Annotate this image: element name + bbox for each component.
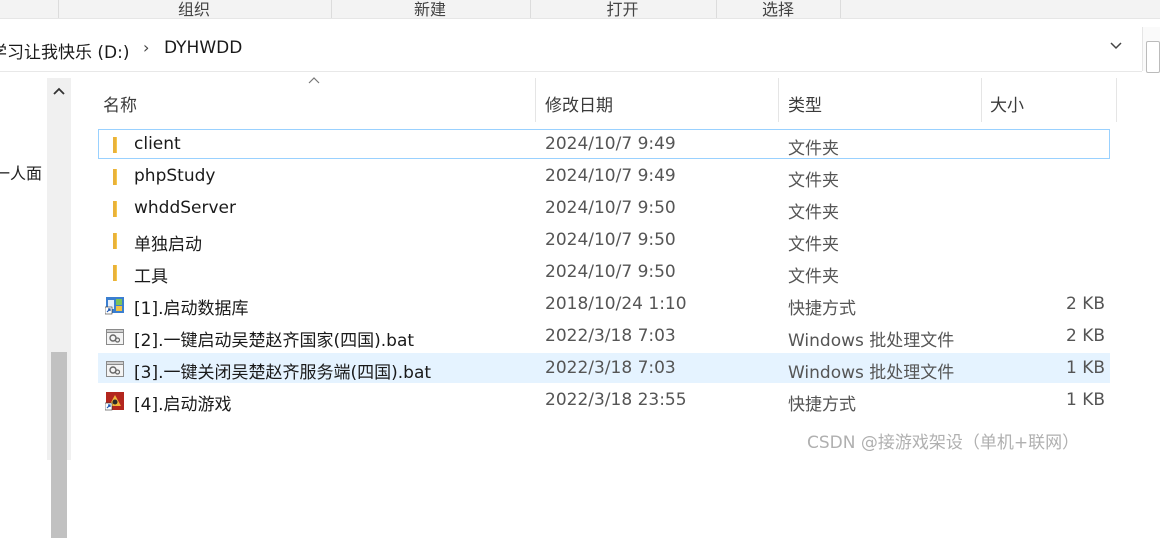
file-name: [4].启动游戏 bbox=[134, 395, 232, 415]
batch-file-icon bbox=[106, 361, 124, 377]
ribbon-group-organize: 组织 bbox=[177, 0, 210, 19]
ribbon-group-new: 新建 bbox=[413, 0, 446, 19]
file-row[interactable]: client 2024/10/7 9:49 文件夹 bbox=[98, 129, 1110, 159]
file-name: [2].一键启动吴楚赵齐国家(四国).bat bbox=[134, 331, 415, 351]
folder-icon bbox=[113, 137, 117, 153]
scroll-up-arrow-icon[interactable] bbox=[52, 84, 66, 100]
file-type: 文件夹 bbox=[788, 171, 839, 191]
column-header-date[interactable]: 修改日期 bbox=[545, 91, 613, 116]
column-divider[interactable] bbox=[1116, 78, 1117, 122]
file-row[interactable]: [3].一键关闭吴楚赵齐服务端(四国).bat 2022/3/18 7:03 W… bbox=[98, 353, 1110, 383]
nav-pane-scrollbar[interactable] bbox=[47, 78, 71, 538]
file-date: 2024/10/7 9:50 bbox=[545, 230, 676, 250]
address-bar[interactable]: 学习让我快乐 (D:) › DYHWDD bbox=[0, 27, 1142, 72]
ribbon-group-labels: 组织 新建 打开 选择 bbox=[0, 0, 1160, 19]
file-name: 工具 bbox=[134, 267, 168, 287]
file-type: 文件夹 bbox=[788, 139, 839, 159]
column-header-size[interactable]: 大小 bbox=[990, 91, 1024, 116]
breadcrumb-folder[interactable]: DYHWDD bbox=[164, 38, 242, 58]
breadcrumb-drive[interactable]: 学习让我快乐 (D:) bbox=[0, 38, 130, 63]
file-type: Windows 批处理文件 bbox=[788, 331, 955, 351]
window-scrollbar[interactable] bbox=[1142, 27, 1160, 73]
file-size: 1 KB bbox=[1065, 358, 1105, 378]
breadcrumb-chevron-icon[interactable]: › bbox=[143, 38, 149, 57]
file-name: phpStudy bbox=[134, 166, 216, 186]
column-header: 名称 修改日期 类型 大小 bbox=[98, 78, 1118, 122]
file-type: 快捷方式 bbox=[788, 299, 856, 319]
file-name: [3].一键关闭吴楚赵齐服务端(四国).bat bbox=[134, 363, 432, 383]
nav-pane-scrollbar-thumb[interactable] bbox=[51, 352, 67, 538]
game-shortcut-icon bbox=[105, 392, 124, 411]
folder-icon bbox=[113, 265, 117, 281]
ribbon-separator bbox=[840, 0, 841, 18]
file-row[interactable]: whddServer 2024/10/7 9:50 文件夹 bbox=[98, 193, 1110, 223]
file-size: 1 KB bbox=[1065, 390, 1105, 410]
file-row[interactable]: [4].启动游戏 2022/3/18 23:55 快捷方式 1 KB bbox=[98, 385, 1110, 415]
address-history-dropdown-icon[interactable] bbox=[1109, 39, 1123, 55]
file-size: 2 KB bbox=[1065, 294, 1105, 314]
file-row[interactable]: 单独启动 2024/10/7 9:50 文件夹 bbox=[98, 225, 1110, 255]
file-name: 单独启动 bbox=[134, 235, 202, 255]
file-type: Windows 批处理文件 bbox=[788, 363, 955, 383]
database-shortcut-icon bbox=[105, 297, 124, 315]
watermark: CSDN @接游戏架设（单机+联网） bbox=[807, 433, 1080, 453]
column-header-name[interactable]: 名称 bbox=[103, 91, 137, 116]
file-type: 文件夹 bbox=[788, 235, 839, 255]
file-row[interactable]: [2].一键启动吴楚赵齐国家(四国).bat 2022/3/18 7:03 Wi… bbox=[98, 321, 1110, 351]
file-date: 2024/10/7 9:49 bbox=[545, 134, 676, 154]
file-name: whddServer bbox=[134, 198, 237, 218]
ribbon-group-open: 打开 bbox=[606, 0, 639, 19]
file-row[interactable]: 工具 2024/10/7 9:50 文件夹 bbox=[98, 257, 1110, 287]
folder-icon bbox=[113, 201, 117, 217]
file-row[interactable]: phpStudy 2024/10/7 9:49 文件夹 bbox=[98, 161, 1110, 191]
file-date: 2022/3/18 23:55 bbox=[545, 390, 687, 410]
folder-icon bbox=[113, 233, 117, 249]
file-type: 文件夹 bbox=[788, 203, 839, 223]
column-divider[interactable] bbox=[535, 78, 536, 122]
file-type: 快捷方式 bbox=[788, 395, 856, 415]
column-header-type[interactable]: 类型 bbox=[788, 91, 822, 116]
file-type: 文件夹 bbox=[788, 267, 839, 287]
file-date: 2022/3/18 7:03 bbox=[545, 326, 676, 346]
column-divider[interactable] bbox=[981, 78, 982, 122]
file-date: 2018/10/24 1:10 bbox=[545, 294, 687, 314]
file-name: [1].启动数据库 bbox=[134, 299, 249, 319]
batch-file-icon bbox=[106, 329, 124, 345]
file-date: 2024/10/7 9:49 bbox=[545, 166, 676, 186]
nav-pane-item[interactable]: 一人面 bbox=[0, 160, 42, 184]
column-divider[interactable] bbox=[778, 78, 779, 122]
folder-icon bbox=[113, 169, 117, 185]
file-date: 2022/3/18 7:03 bbox=[545, 358, 676, 378]
file-row[interactable]: [1].启动数据库 2018/10/24 1:10 快捷方式 2 KB bbox=[98, 289, 1110, 319]
file-date: 2024/10/7 9:50 bbox=[545, 262, 676, 282]
file-date: 2024/10/7 9:50 bbox=[545, 198, 676, 218]
file-name: client bbox=[134, 134, 181, 154]
ribbon-group-select: 选择 bbox=[761, 0, 794, 19]
file-size: 2 KB bbox=[1065, 326, 1105, 346]
window-scrollbar-thumb[interactable] bbox=[1146, 41, 1160, 73]
